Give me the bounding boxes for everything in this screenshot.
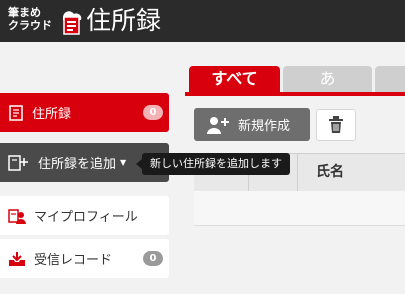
chevron-down-icon: ▼ xyxy=(120,158,127,167)
sidebar-item-label: 住所録 xyxy=(32,107,72,122)
address-book-logo-icon xyxy=(63,11,82,35)
add-address-book-icon xyxy=(8,154,28,171)
sidebar-item-received-records[interactable]: 受信レコード 0 xyxy=(0,239,169,278)
brand-line-1: 筆まめ xyxy=(8,6,41,19)
count-badge: 0 xyxy=(143,105,163,120)
new-entry-button[interactable]: 新規作成 xyxy=(194,108,310,141)
sidebar-item-label: マイプロフィール xyxy=(34,210,138,225)
new-entry-label: 新規作成 xyxy=(238,119,291,134)
brand-line-2: クラウド xyxy=(8,19,52,32)
tab-a-row[interactable]: あ xyxy=(283,66,372,92)
tab-all[interactable]: すべて xyxy=(189,66,280,92)
sidebar-item-label: 受信レコード xyxy=(34,253,113,268)
add-address-book-tooltip: 新しい住所録を追加します xyxy=(136,153,290,175)
sidebar-item-my-profile[interactable]: マイプロフィール xyxy=(0,196,169,235)
tab-underline xyxy=(185,92,405,96)
inbox-icon xyxy=(9,251,25,266)
sidebar-item-address-book[interactable]: 住所録 0 xyxy=(0,93,169,132)
count-badge: 0 xyxy=(143,251,163,266)
app-root: 筆まめ クラウド 住所録 住所録 0 住所録を追加 ▼ マイプロフィール 受信レ… xyxy=(0,0,405,294)
tab-next[interactable] xyxy=(375,66,405,92)
page-title: 住所録 xyxy=(86,6,162,35)
sidebar-item-label: 住所録を追加 xyxy=(38,157,117,172)
address-book-icon xyxy=(9,104,23,121)
trash-icon xyxy=(329,116,343,133)
column-header-name[interactable]: 氏名 xyxy=(316,154,344,191)
add-person-icon xyxy=(207,116,229,134)
app-header: 筆まめ クラウド 住所録 xyxy=(0,0,405,42)
brand-name: 筆まめ クラウド xyxy=(8,6,52,32)
column-divider xyxy=(297,154,298,191)
table-body xyxy=(194,191,405,226)
delete-button[interactable] xyxy=(316,109,356,141)
profile-icon xyxy=(8,208,26,224)
